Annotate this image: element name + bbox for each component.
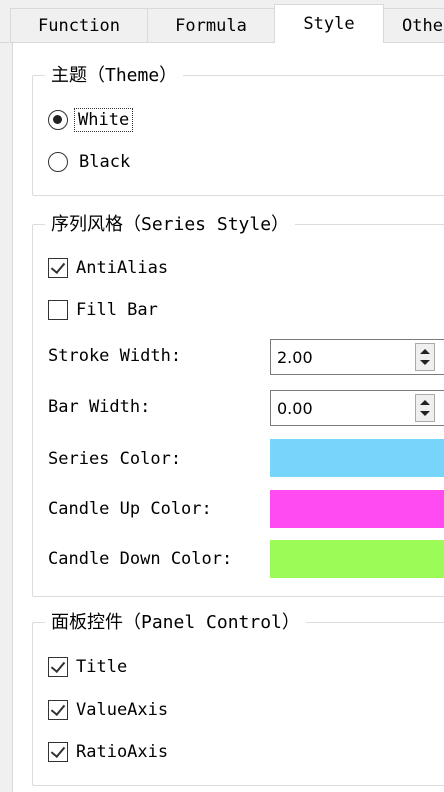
- checkbox-checked-icon[interactable]: [48, 258, 68, 278]
- tab-function-label: Function: [38, 15, 120, 36]
- candle-down-color-label: Candle Down Color:: [48, 549, 233, 569]
- tab-other[interactable]: Othe: [383, 8, 444, 42]
- antialias-checkbox[interactable]: AntiAlias: [48, 258, 168, 278]
- radio-selected-icon[interactable]: [48, 110, 68, 130]
- stroke-width-value[interactable]: 2.00: [277, 348, 313, 367]
- series-color-label: Series Color:: [48, 449, 182, 469]
- title-checkbox[interactable]: Title: [48, 657, 127, 677]
- series-style-legend: 序列风格（Series Style）: [45, 210, 296, 236]
- tab-style-label: Style: [303, 14, 355, 34]
- theme-legend: 主题（Theme）: [45, 61, 184, 87]
- ratioaxis-label: RatioAxis: [76, 742, 169, 762]
- radio-unselected-icon[interactable]: [48, 152, 68, 172]
- tab-formula-label: Formula: [175, 15, 247, 36]
- antialias-label: AntiAlias: [76, 258, 169, 278]
- bar-width-label: Bar Width:: [48, 397, 151, 417]
- valueaxis-checkbox[interactable]: ValueAxis: [48, 700, 168, 720]
- bar-width-spin-buttons[interactable]: [415, 394, 435, 422]
- spin-up-icon[interactable]: [420, 349, 430, 354]
- tab-style[interactable]: Style: [274, 4, 384, 43]
- theme-white-label: White: [73, 108, 134, 132]
- valueaxis-label: ValueAxis: [76, 700, 169, 720]
- candle-down-color-swatch[interactable]: [270, 540, 444, 578]
- tab-function[interactable]: Function: [10, 8, 148, 42]
- series-color-swatch[interactable]: [270, 439, 444, 477]
- spin-down-icon[interactable]: [420, 411, 430, 416]
- stroke-width-spinbox[interactable]: 2.00: [270, 339, 444, 375]
- title-label: Title: [76, 657, 128, 677]
- theme-white-option[interactable]: White: [48, 108, 134, 132]
- spin-up-icon[interactable]: [420, 400, 430, 405]
- checkbox-checked-icon[interactable]: [48, 742, 68, 762]
- fillbar-checkbox[interactable]: Fill Bar: [48, 300, 158, 320]
- candle-up-color-swatch[interactable]: [270, 490, 444, 528]
- stroke-width-spin-buttons[interactable]: [415, 343, 435, 371]
- tab-other-label: Othe: [402, 15, 443, 36]
- checkbox-checked-icon[interactable]: [48, 657, 68, 677]
- candle-up-color-label: Candle Up Color:: [48, 499, 212, 519]
- checkbox-checked-icon[interactable]: [48, 700, 68, 720]
- theme-black-label: Black: [79, 152, 131, 172]
- stroke-width-label: Stroke Width:: [48, 346, 182, 366]
- panel-control-legend: 面板控件（Panel Control）: [45, 608, 306, 634]
- checkbox-unchecked-icon[interactable]: [48, 300, 68, 320]
- bar-width-spinbox[interactable]: 0.00: [270, 390, 444, 426]
- fillbar-label: Fill Bar: [76, 300, 158, 320]
- bar-width-value[interactable]: 0.00: [277, 399, 313, 418]
- spin-down-icon[interactable]: [420, 360, 430, 365]
- tab-formula[interactable]: Formula: [147, 8, 275, 42]
- theme-black-option[interactable]: Black: [48, 152, 130, 172]
- theme-group: 主题（Theme）: [32, 61, 444, 196]
- tab-bar: Function Formula Style Othe: [0, 0, 444, 43]
- ratioaxis-checkbox[interactable]: RatioAxis: [48, 742, 168, 762]
